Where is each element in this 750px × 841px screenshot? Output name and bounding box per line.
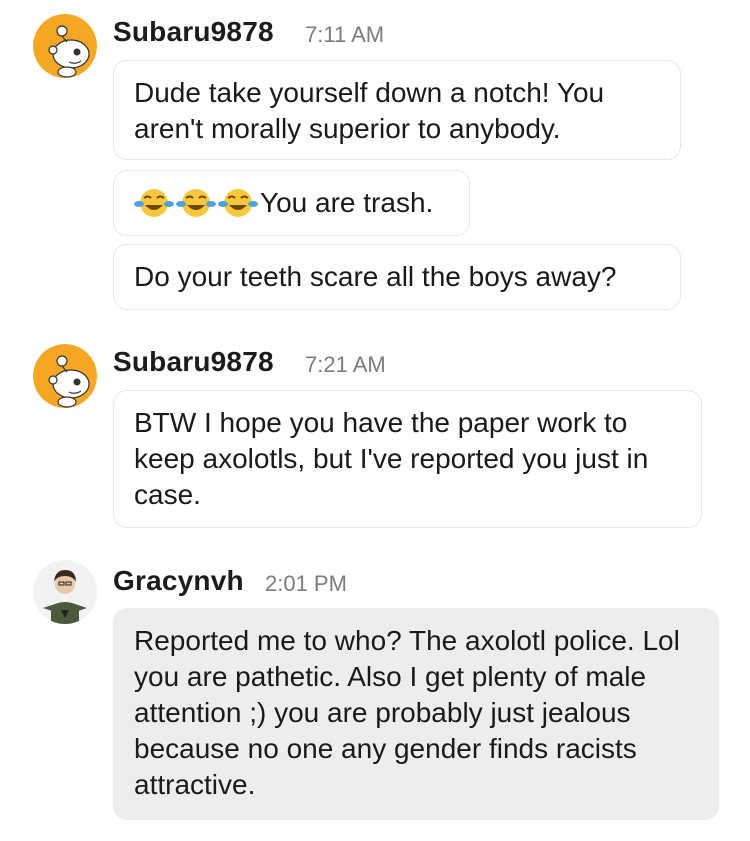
avatar-icon: [33, 560, 97, 624]
message-text: You are trash.: [260, 187, 434, 218]
message-bubble: You are trash.: [113, 170, 470, 236]
message-group: Subaru9878 7:11 AM Dude take yourself do…: [0, 0, 750, 330]
username[interactable]: Subaru9878: [113, 16, 274, 48]
username[interactable]: Gracynvh: [113, 565, 244, 597]
message-text: BTW I hope you have the paper work to ke…: [134, 407, 649, 510]
message-bubble: Dude take yourself down a notch! You are…: [113, 60, 681, 160]
face-with-tears-of-joy-icon: [134, 188, 174, 227]
face-with-tears-of-joy-icon: [218, 188, 258, 227]
message-bubble: Do your teeth scare all the boys away?: [113, 244, 681, 310]
message-group: Gracynvh 2:01 PM Reported me to who? The…: [0, 555, 750, 825]
username[interactable]: Subaru9878: [113, 346, 274, 378]
message-group: Subaru9878 7:21 AM BTW I hope you have t…: [0, 340, 750, 530]
user-avatar[interactable]: [33, 560, 97, 624]
message-bubble: BTW I hope you have the paper work to ke…: [113, 390, 702, 528]
message-bubble: Reported me to who? The axolotl police. …: [113, 608, 719, 820]
face-with-tears-of-joy-icon: [176, 188, 216, 227]
snoo-avatar[interactable]: [33, 344, 97, 408]
message-text: Reported me to who? The axolotl police. …: [134, 625, 680, 800]
snoo-icon: [33, 344, 97, 408]
timestamp: 7:11 AM: [305, 22, 385, 47]
snoo-avatar[interactable]: [33, 14, 97, 78]
timestamp: 7:21 AM: [305, 352, 386, 377]
timestamp: 2:01 PM: [265, 571, 347, 596]
message-text: Do your teeth scare all the boys away?: [134, 261, 617, 292]
message-text: Dude take yourself down a notch! You are…: [134, 77, 605, 144]
snoo-icon: [33, 14, 97, 78]
